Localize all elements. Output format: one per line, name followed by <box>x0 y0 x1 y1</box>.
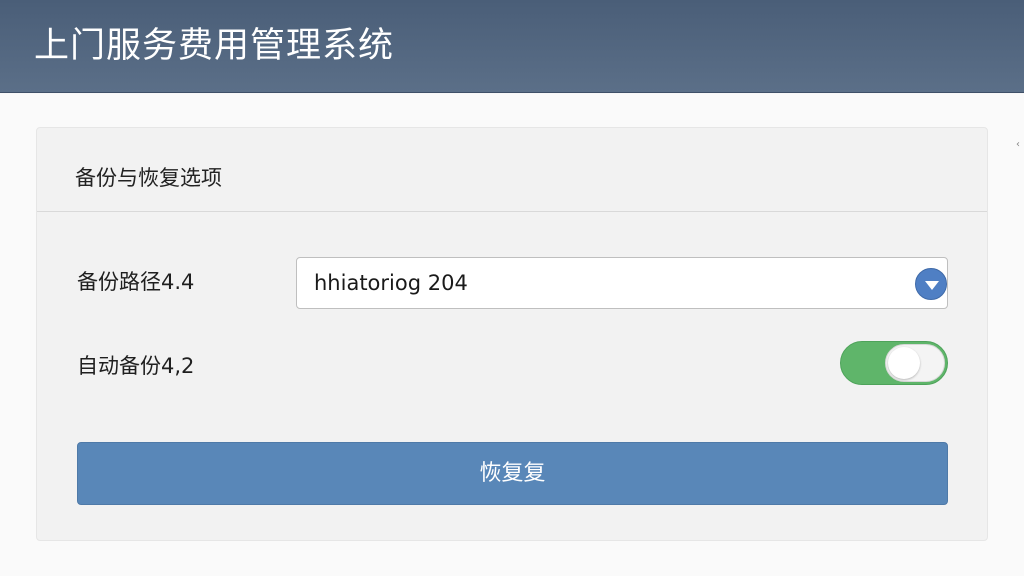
backup-restore-panel: 备份与恢复选项 备份路径4.4 hhiatoriog 204 自动备份4,2 恢… <box>36 127 988 541</box>
restore-button[interactable]: 恢复复 <box>77 442 948 505</box>
auto-backup-toggle[interactable] <box>840 341 948 385</box>
app-title: 上门服务费用管理系统 <box>34 26 395 66</box>
backup-path-value: hhiatoriog 204 <box>314 271 468 295</box>
backup-path-label: 备份路径4.4 <box>77 270 195 294</box>
backup-path-select[interactable]: hhiatoriog 204 <box>296 257 948 309</box>
panel-title: 备份与恢复选项 <box>75 166 222 190</box>
scroll-edge-indicator: ‹ <box>1016 139 1020 150</box>
chevron-down-icon[interactable] <box>915 268 947 300</box>
panel-header: 备份与恢复选项 <box>37 128 987 212</box>
toggle-track-thumb <box>885 344 945 382</box>
toggle-knob <box>888 347 920 379</box>
auto-backup-label: 自动备份4,2 <box>77 354 195 378</box>
app-header: 上门服务费用管理系统 <box>0 0 1024 93</box>
